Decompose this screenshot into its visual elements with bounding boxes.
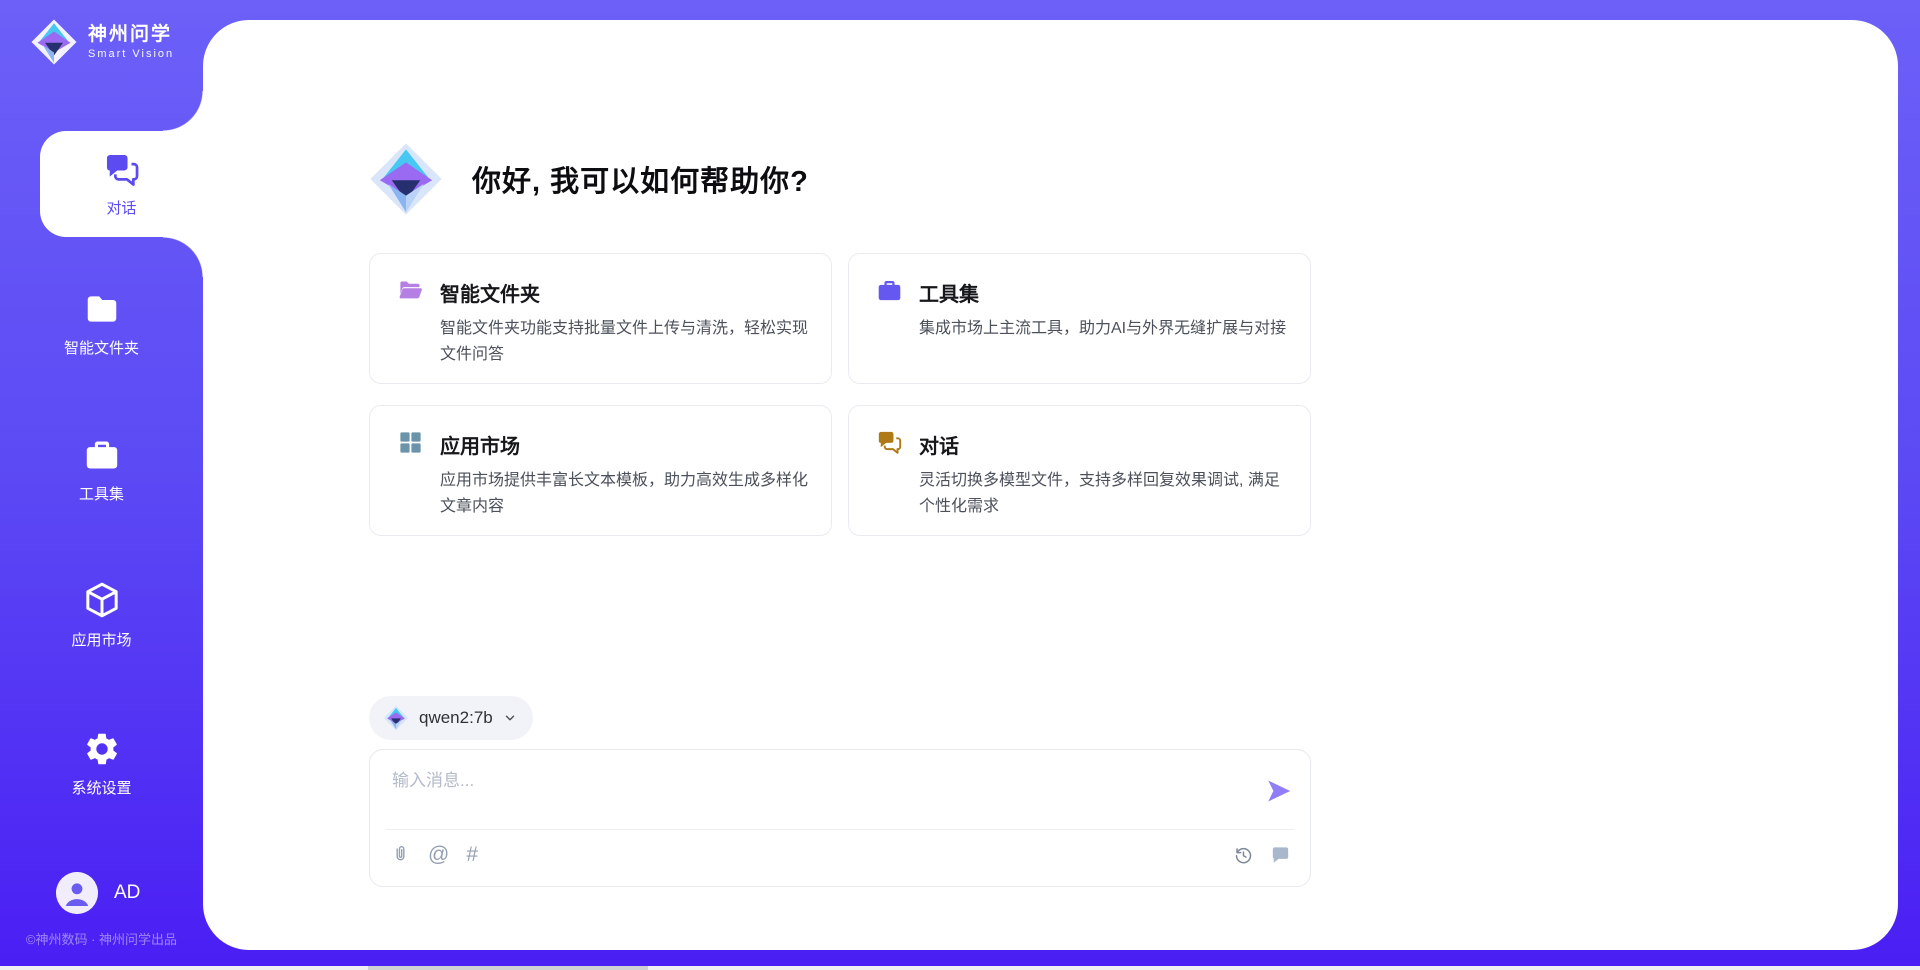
folder-icon xyxy=(83,290,121,328)
card-title: 对话 xyxy=(919,430,1288,459)
sidebar-footer-text: ©神州数码 · 神州问学出品 xyxy=(0,929,203,948)
message-input[interactable] xyxy=(390,764,1234,824)
app-subtitle: Smart Vision xyxy=(88,48,174,60)
open-folder-icon xyxy=(397,277,424,304)
card-description: 灵活切换多模型文件，支持多样回复效果调试, 满足个性化需求 xyxy=(919,468,1288,520)
app-root: 神州问学 Smart Vision 对话 智能文件夹 工具集 应用市场 系统设置 xyxy=(0,0,1920,970)
feature-cards: 智能文件夹 智能文件夹功能支持批量文件上传与清洗，轻松实现文件问答 工具集 集成… xyxy=(369,253,1311,536)
sidebar-item-chat[interactable]: 对话 xyxy=(40,131,203,237)
sidebar-item-label: 应用市场 xyxy=(71,629,131,650)
avatar xyxy=(56,872,98,914)
card-smart-folder[interactable]: 智能文件夹 智能文件夹功能支持批量文件上传与清洗，轻松实现文件问答 xyxy=(369,253,832,384)
sidebar-item-app-market[interactable]: 应用市场 xyxy=(0,580,203,650)
send-icon xyxy=(1264,776,1294,806)
history-icon xyxy=(1233,845,1254,866)
app-title: 神州问学 xyxy=(88,24,174,47)
sidebar-item-label: 系统设置 xyxy=(71,777,131,798)
attachment-button[interactable] xyxy=(390,844,411,865)
person-icon xyxy=(56,872,98,914)
chat-bubbles-icon xyxy=(103,151,141,189)
send-button[interactable] xyxy=(1264,776,1294,806)
sidebar-item-label: 对话 xyxy=(106,197,136,218)
app-grid-icon xyxy=(397,429,424,456)
sidebar-item-smart-folder[interactable]: 智能文件夹 xyxy=(0,290,203,358)
card-title: 应用市场 xyxy=(440,430,809,459)
message-composer: @ # xyxy=(369,749,1311,887)
mention-button[interactable]: @ xyxy=(428,844,449,865)
user-name: AD xyxy=(114,882,140,904)
model-logo-icon xyxy=(383,705,409,731)
assistant-logo-icon xyxy=(368,141,444,217)
composer-tools: @ # xyxy=(390,844,478,865)
card-title: 智能文件夹 xyxy=(440,278,809,307)
composer-divider xyxy=(386,829,1294,830)
sidebar-item-label: 工具集 xyxy=(79,483,124,504)
cube-icon xyxy=(82,580,122,620)
chat-bubble-icon xyxy=(1269,844,1292,867)
card-description: 智能文件夹功能支持批量文件上传与清洗，轻松实现文件问答 xyxy=(440,316,809,368)
hashtag-button[interactable]: # xyxy=(466,844,478,865)
card-chat[interactable]: 对话 灵活切换多模型文件，支持多样回复效果调试, 满足个性化需求 xyxy=(848,405,1311,536)
brand-logo-icon xyxy=(30,18,78,66)
greeting: 你好, 我可以如何帮助你? xyxy=(368,141,809,217)
toolbox-icon xyxy=(83,436,121,474)
greeting-title: 你好, 我可以如何帮助你? xyxy=(472,158,809,200)
horizontal-scrollbar xyxy=(0,966,1920,970)
composer-actions xyxy=(1233,844,1292,867)
chat-bubbles-icon xyxy=(876,429,903,456)
card-app-market[interactable]: 应用市场 应用市场提供丰富长文本模板，助力高效生成多样化文章内容 xyxy=(369,405,832,536)
card-description: 集成市场上主流工具，助力AI与外界无缝扩展与对接 xyxy=(919,316,1288,342)
user-profile[interactable]: AD xyxy=(56,872,140,914)
model-selector[interactable]: qwen2:7b xyxy=(369,696,533,740)
toolbox-icon xyxy=(876,277,903,304)
sidebar-item-label: 智能文件夹 xyxy=(64,337,139,358)
history-button[interactable] xyxy=(1233,845,1254,866)
feedback-button[interactable] xyxy=(1269,844,1292,867)
gear-icon xyxy=(83,730,121,768)
sidebar-item-settings[interactable]: 系统设置 xyxy=(0,730,203,798)
model-name: qwen2:7b xyxy=(419,708,493,728)
card-description: 应用市场提供丰富长文本模板，助力高效生成多样化文章内容 xyxy=(440,468,809,520)
card-toolset[interactable]: 工具集 集成市场上主流工具，助力AI与外界无缝扩展与对接 xyxy=(848,253,1311,384)
sidebar-item-toolset[interactable]: 工具集 xyxy=(0,436,203,504)
brand: 神州问学 Smart Vision xyxy=(30,18,174,66)
paperclip-icon xyxy=(390,844,411,865)
card-title: 工具集 xyxy=(919,278,1288,307)
scrollbar-thumb[interactable] xyxy=(368,966,648,970)
chevron-down-icon xyxy=(503,711,517,725)
